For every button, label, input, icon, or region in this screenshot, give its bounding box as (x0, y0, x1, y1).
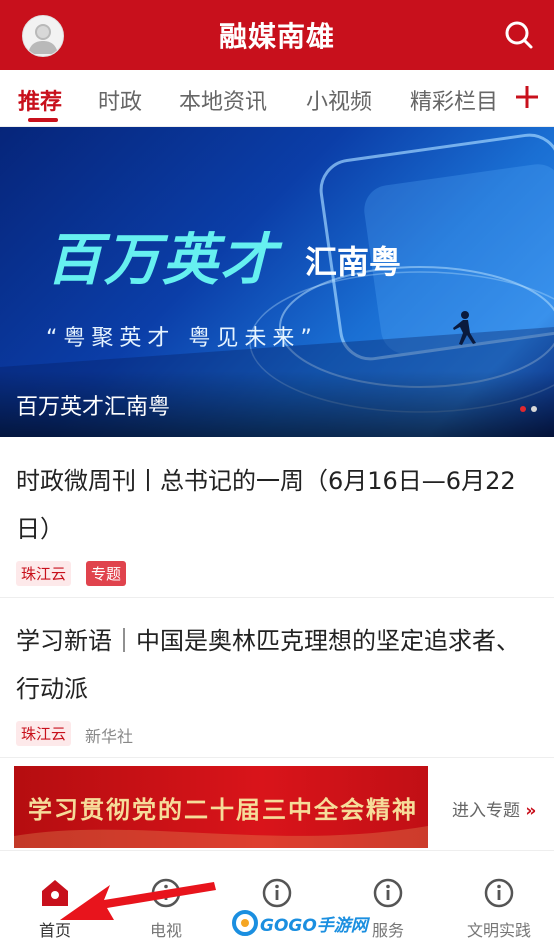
info-icon (150, 877, 182, 909)
active-tab-indicator (28, 118, 58, 122)
app-header: 融媒南雄 (0, 0, 554, 70)
category-tabs: 推荐 时政 本地资讯 小视频 精彩栏目 (0, 70, 554, 127)
home-icon (39, 877, 71, 909)
watermark-logo: GOGO手游网 (232, 908, 368, 938)
double-chevron-icon: » (525, 801, 537, 821)
nav-label: 电视 (149, 921, 182, 940)
app-title: 融媒南雄 (218, 20, 335, 53)
source-tag: 珠江云 (16, 721, 72, 746)
promo-banner-image[interactable]: 学习贯彻党的二十届三中全会精神 (14, 766, 428, 848)
search-icon[interactable] (504, 20, 534, 50)
info-icon (483, 877, 515, 909)
info-icon (261, 877, 293, 909)
carousel-dot-active (520, 406, 526, 412)
user-avatar-icon (28, 24, 58, 54)
promo-banner-text: 学习贯彻党的二十届三中全会精神 (28, 795, 418, 824)
tab-politics[interactable]: 时政 (98, 84, 142, 116)
watermark-text: GOGO手游网 (260, 916, 368, 936)
nav-label: 文明实践 (466, 921, 531, 940)
nav-tv[interactable]: 电视 (111, 851, 221, 947)
nav-home[interactable]: 首页 (0, 851, 110, 947)
publisher-label: 新华社 (85, 727, 134, 746)
info-icon (372, 877, 404, 909)
banner-carousel[interactable]: 百万英才 汇南粤 “粤聚英才 粤见未来” 百万英才汇南粤 (0, 127, 554, 437)
enter-topic-link[interactable]: 进入专题 » (452, 796, 536, 821)
source-tag: 珠江云 (16, 561, 72, 586)
tab-recommend[interactable]: 推荐 (18, 84, 62, 116)
banner-quote: “粤聚英才 粤见未来” (46, 326, 318, 351)
banner-caption: 百万英才汇南粤 (16, 395, 171, 420)
banner-headline: 百万英才 (46, 228, 278, 293)
article-item[interactable]: 时政微周刊丨总书记的一周（6月16日—6月22日） 珠江云 专题 (0, 437, 554, 598)
topic-badge: 专题 (86, 561, 127, 586)
avatar[interactable] (22, 15, 64, 57)
article-title[interactable]: 时政微周刊丨总书记的一周（6月16日—6月22日） (16, 457, 538, 553)
banner-subheadline: 汇南粤 (305, 243, 402, 281)
tab-local-news[interactable]: 本地资讯 (179, 84, 267, 116)
topic-promo[interactable]: 学习贯彻党的二十届三中全会精神 进入专题 » (14, 766, 540, 848)
nav-civilization-practice[interactable]: 文明实践 (444, 851, 554, 947)
enter-topic-label: 进入专题 (452, 801, 520, 821)
carousel-dot (531, 406, 537, 412)
nav-label: 首页 (38, 921, 71, 940)
add-channel-icon[interactable] (510, 80, 544, 114)
watermark-icon (232, 910, 258, 936)
tab-short-video[interactable]: 小视频 (306, 84, 372, 116)
article-item[interactable]: 学习新语｜中国是奥林匹克理想的坚定追求者、行动派 珠江云 新华社 (0, 597, 554, 758)
tab-featured-columns[interactable]: 精彩栏目 (410, 84, 498, 116)
article-title[interactable]: 学习新语｜中国是奥林匹克理想的坚定追求者、行动派 (16, 617, 538, 713)
